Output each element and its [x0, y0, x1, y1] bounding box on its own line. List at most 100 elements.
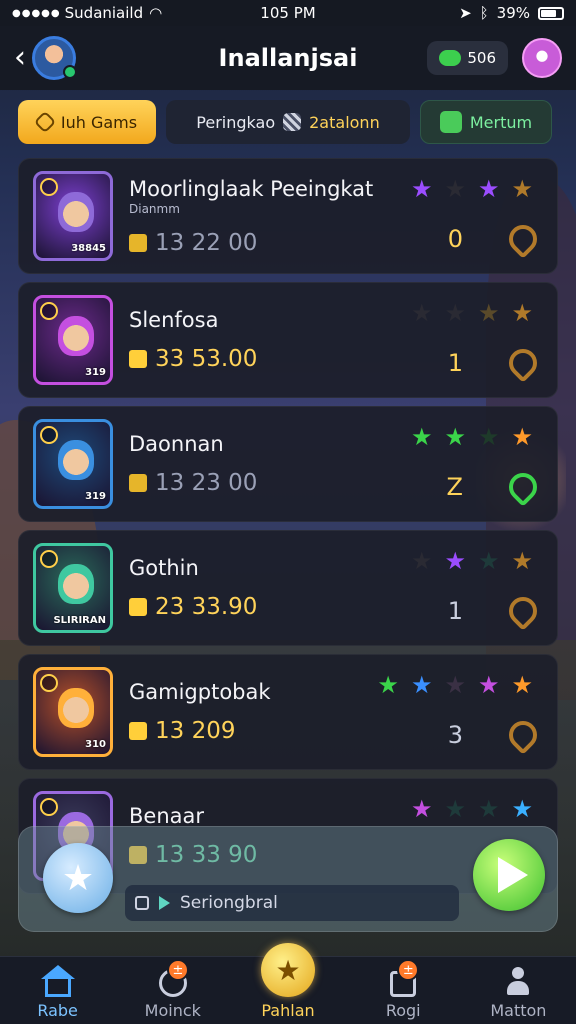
play-small-icon [159, 896, 170, 910]
tab-ranking[interactable]: Peringkao 2atalonn [166, 100, 410, 144]
element-icon [40, 178, 58, 196]
leaderboard-card[interactable]: 319 Slenfosa 33 53.00 ★ ★ ★ ★ 1 [18, 282, 558, 398]
nav-matton[interactable]: Matton [461, 957, 576, 1024]
hero-face-icon [58, 440, 94, 480]
nav-rogi[interactable]: ± Rogi [346, 957, 461, 1024]
hero-portrait: 319 [33, 295, 113, 385]
rank-value: 0 [447, 225, 463, 253]
person-icon [504, 967, 532, 997]
online-badge [63, 65, 77, 79]
bottom-nav: Rabe ± Moinck ★ Pahlan ± Rogi Matton [0, 943, 576, 1024]
gold-icon [129, 474, 147, 492]
portrait-level: 319 [85, 367, 106, 378]
element-icon [40, 674, 58, 692]
leaderboard-list: 38845 Moorlinglaak Peeingkat Dianmm 13 22 0… [18, 158, 558, 902]
battery-icon [538, 6, 564, 20]
nav-label: Rabe [37, 1001, 78, 1020]
rank-value: Z [446, 473, 463, 501]
star-icon: ★ [511, 423, 533, 451]
app-header: ‹ Inallanjsai 506 [0, 26, 576, 90]
star-icon: ★ [444, 423, 466, 451]
tab-label: Mertum [469, 112, 533, 132]
battery-percent: 39% [496, 4, 530, 22]
tab-label: Peringkao [196, 112, 276, 132]
location-icon: ➤ [459, 4, 472, 22]
rank-value: 1 [447, 597, 463, 625]
tab-games[interactable]: Iuh Gams [18, 100, 156, 144]
element-icon [40, 798, 58, 816]
diamond-icon [33, 110, 57, 134]
notification-badge: ± [166, 959, 189, 981]
rating-stars: ★ ★ ★ ★ [411, 301, 533, 325]
leaderboard-card[interactable]: 310 Gamigptobak 13 209 ★ ★ ★ ★ ★ 3 [18, 654, 558, 770]
cube-icon [439, 111, 462, 133]
gold-icon [129, 598, 147, 616]
hero-face-icon [58, 192, 94, 232]
star-icon: ★ [410, 175, 433, 203]
favorite-star-button[interactable]: ★ [43, 843, 113, 913]
record-icon [135, 896, 149, 910]
rating-stars: ★ ★ ★ ★ [411, 177, 533, 201]
home-icon [40, 965, 75, 997]
hero-portrait: SLIRIRAN [33, 543, 113, 633]
signal-icon: ●●●●● [12, 7, 61, 19]
nav-home[interactable]: Rabe [0, 957, 115, 1024]
hero-face-icon [58, 564, 94, 604]
star-icon: ★ [477, 423, 500, 451]
player-avatar[interactable] [32, 36, 77, 80]
carrier-name: Sudaniaild [64, 4, 144, 22]
star-icon: ★ [477, 671, 500, 699]
gem-icon [439, 50, 462, 66]
star-icon: ★ [444, 795, 466, 823]
tab-mertum[interactable]: Mertum [420, 100, 552, 144]
score-row: 13 209 [129, 718, 543, 744]
score-value: 33 53.00 [155, 346, 258, 372]
score-value: 13 22 00 [155, 229, 258, 256]
checker-icon [283, 113, 302, 131]
tab-highlight: 2atalonn [309, 112, 380, 132]
rating-stars: ★ ★ ★ ★ [411, 549, 533, 573]
star-icon: ★ [410, 795, 433, 823]
play-button[interactable] [473, 839, 545, 911]
star-icon: ★ [477, 175, 500, 203]
nav-label: Moinck [144, 1001, 201, 1020]
element-icon [40, 426, 58, 444]
star-icon: ★ [511, 795, 533, 823]
gold-icon [129, 233, 147, 252]
rating-stars: ★ ★ ★ ★ ★ [377, 673, 533, 697]
leaderboard-card[interactable]: 319 Daonnan 13 23 00 ★ ★ ★ ★ Z [18, 406, 558, 522]
tab-bar: Iuh Gams Peringkao 2atalonn Mertum [18, 100, 558, 146]
star-icon: ★ [410, 547, 433, 575]
bluetooth-icon: ᛒ [479, 4, 489, 22]
star-icon: ★ [444, 299, 466, 327]
star-icon: ★ [444, 547, 466, 575]
nav-label: Matton [490, 1001, 547, 1020]
nav-pahlan[interactable]: ★ Pahlan [230, 943, 345, 1024]
status-bar: ●●●●● Sudaniaild ◠ 105 PM ➤ ᛒ 39% [0, 0, 576, 26]
score-row: 23 33.90 [129, 594, 543, 620]
leaderboard-card[interactable]: 38845 Moorlinglaak Peeingkat Dianmm 13 22 0… [18, 158, 558, 274]
profile-icon[interactable] [522, 38, 562, 78]
gold-icon [129, 350, 147, 368]
hero-portrait: 319 [33, 419, 113, 509]
star-icon: ★ [410, 671, 433, 699]
nav-moinck[interactable]: ± Moinck [115, 957, 230, 1024]
play-icon [498, 857, 528, 893]
notification-badge: ± [397, 959, 420, 981]
star-icon: ★ [477, 795, 500, 823]
portrait-level: SLIRIRAN [53, 615, 106, 626]
currency-amount: 506 [467, 49, 496, 67]
star-icon: ★ [444, 671, 466, 699]
hero-face-icon [58, 688, 94, 728]
back-chevron-icon[interactable]: ‹ [14, 43, 26, 73]
score-row: 33 53.00 [129, 346, 543, 372]
currency-counter[interactable]: 506 [427, 41, 508, 75]
nav-label: Rogi [385, 1001, 421, 1020]
portrait-level: 38845 [71, 243, 106, 254]
hero-portrait: 38845 [33, 171, 113, 261]
star-icon: ★ [477, 547, 500, 575]
score-row: 13 23 00 [129, 470, 543, 496]
search-field[interactable]: Seriongbral [125, 885, 459, 921]
star-icon: ★ [477, 299, 500, 327]
leaderboard-card[interactable]: SLIRIRAN Gothin 23 33.90 ★ ★ ★ ★ 1 [18, 530, 558, 646]
